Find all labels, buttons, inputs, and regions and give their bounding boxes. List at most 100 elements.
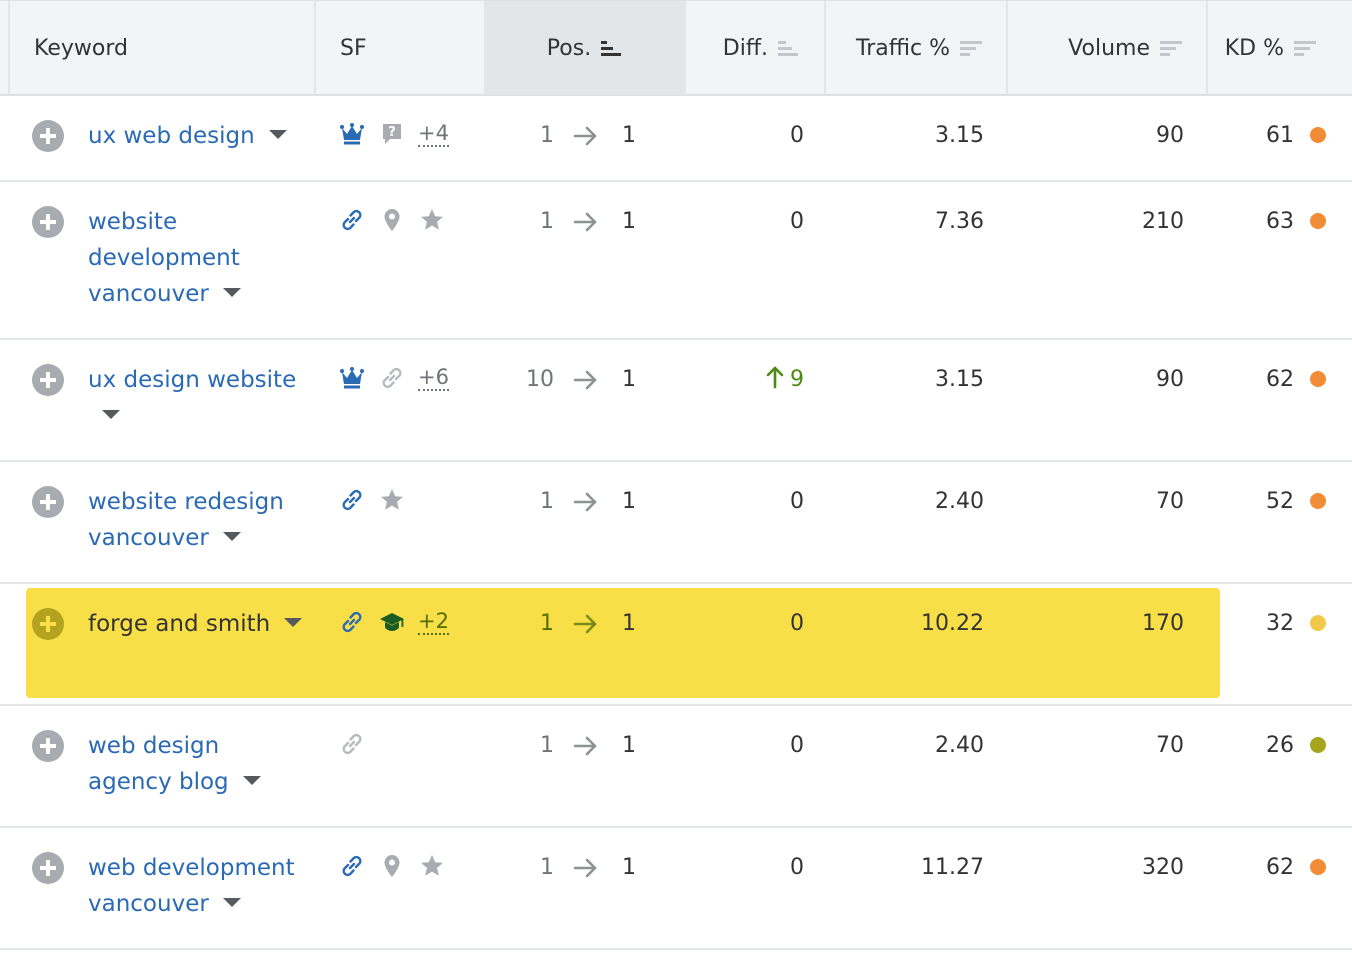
link-icon[interactable] xyxy=(338,486,366,514)
search-volume: 320 xyxy=(1142,855,1184,880)
difficulty-dot-icon xyxy=(1310,859,1326,875)
keyword-link[interactable]: website redesign vancouver xyxy=(88,484,308,556)
star-icon[interactable] xyxy=(378,486,406,514)
caret-down-icon[interactable] xyxy=(284,618,303,627)
keyword-text: website redesign vancouver xyxy=(88,489,284,551)
sort-icon[interactable] xyxy=(1294,39,1316,57)
column-header-diff[interactable]: Diff. xyxy=(686,1,826,95)
current-position: 1 xyxy=(622,855,636,880)
more-serp-features-link[interactable]: +4 xyxy=(418,121,449,147)
crown-icon[interactable] xyxy=(338,120,366,148)
position-diff: 0 xyxy=(790,209,804,234)
keyword-table: Keyword SF Pos. Diff. Traffic % Volume K… xyxy=(0,0,1352,954)
more-serp-features-link[interactable]: +6 xyxy=(418,365,449,391)
arrow-right-icon xyxy=(572,488,600,516)
location-pin-icon[interactable] xyxy=(378,206,406,234)
sort-icon[interactable] xyxy=(778,39,800,57)
search-volume: 90 xyxy=(1156,123,1184,148)
star-icon[interactable] xyxy=(418,206,446,234)
keyword-link[interactable]: web development vancouver xyxy=(88,850,308,922)
traffic-percent: 11.27 xyxy=(921,855,984,880)
previous-position: 1 xyxy=(540,855,554,880)
keyword-link[interactable]: ux web design xyxy=(88,118,308,154)
column-header-traffic[interactable]: Traffic % xyxy=(826,1,1008,95)
link-icon[interactable] xyxy=(338,730,366,758)
position-diff-value: 9 xyxy=(790,367,804,392)
column-header-volume-label: Volume xyxy=(1068,35,1150,61)
keyword-link[interactable]: web design agency blog xyxy=(88,728,308,800)
column-header-traffic-label: Traffic % xyxy=(856,35,950,61)
add-keyword-button[interactable] xyxy=(32,364,64,396)
keyword-link[interactable]: forge and smith xyxy=(88,606,308,642)
question-icon[interactable]: ? xyxy=(378,120,406,148)
search-volume: 70 xyxy=(1156,489,1184,514)
previous-position: 1 xyxy=(540,209,554,234)
serp-features: ? +4 xyxy=(338,118,449,150)
arrow-right-icon xyxy=(572,610,600,638)
keyword-difficulty: 32 xyxy=(1266,611,1294,636)
location-pin-icon[interactable] xyxy=(378,852,406,880)
current-position: 1 xyxy=(622,367,636,392)
star-icon[interactable] xyxy=(418,852,446,880)
traffic-percent: 7.36 xyxy=(935,209,984,234)
column-header-sf[interactable]: SF xyxy=(316,1,486,95)
row-highlight xyxy=(26,588,1220,698)
caret-down-icon[interactable] xyxy=(222,288,241,297)
add-keyword-button[interactable] xyxy=(32,730,64,762)
search-volume: 90 xyxy=(1156,367,1184,392)
graduation-cap-icon[interactable] xyxy=(378,608,406,636)
traffic-percent: 3.15 xyxy=(935,123,984,148)
add-keyword-button[interactable] xyxy=(32,120,64,152)
column-header-keyword-label: Keyword xyxy=(34,35,128,61)
caret-down-icon[interactable] xyxy=(102,410,120,419)
caret-down-icon[interactable] xyxy=(242,776,261,785)
sort-ascending-icon[interactable] xyxy=(601,39,623,57)
keyword-text: web development vancouver xyxy=(88,855,295,917)
table-row: web development vancouver 1 1 0 11.27 320 62 xyxy=(0,828,1352,950)
keyword-text: ux design website xyxy=(88,367,297,393)
keyword-difficulty: 61 xyxy=(1266,123,1294,148)
current-position: 1 xyxy=(622,733,636,758)
link-icon[interactable] xyxy=(338,206,366,234)
link-icon[interactable] xyxy=(338,608,366,636)
search-volume: 170 xyxy=(1142,611,1184,636)
current-position: 1 xyxy=(622,611,636,636)
difficulty-dot-icon xyxy=(1310,213,1326,229)
column-header-pos[interactable]: Pos. xyxy=(486,1,686,95)
add-keyword-button[interactable] xyxy=(32,206,64,238)
column-header-diff-label: Diff. xyxy=(722,35,768,61)
previous-position: 1 xyxy=(540,123,554,148)
previous-position: 1 xyxy=(540,611,554,636)
table-row: web design agency blog 1 1 0 2.40 70 26 xyxy=(0,706,1352,828)
arrow-right-icon xyxy=(572,208,600,236)
caret-down-icon[interactable] xyxy=(268,130,287,139)
traffic-percent: 3.15 xyxy=(935,367,984,392)
table-row: website redesign vancouver 1 1 0 2.40 70 52 xyxy=(0,462,1352,584)
column-header-kd-label: KD % xyxy=(1224,35,1284,61)
sort-icon[interactable] xyxy=(1160,39,1182,57)
keyword-link[interactable]: website development vancouver xyxy=(88,204,308,312)
crown-icon[interactable] xyxy=(338,364,366,392)
column-header-volume[interactable]: Volume xyxy=(1008,1,1208,95)
add-keyword-button[interactable] xyxy=(32,486,64,518)
traffic-percent: 2.40 xyxy=(935,733,984,758)
keyword-difficulty: 62 xyxy=(1266,855,1294,880)
column-header-keyword[interactable]: Keyword xyxy=(8,1,316,95)
add-keyword-button[interactable] xyxy=(32,852,64,884)
current-position: 1 xyxy=(622,489,636,514)
serp-features: +6 xyxy=(338,362,449,394)
caret-down-icon[interactable] xyxy=(222,898,241,907)
add-keyword-button[interactable] xyxy=(32,608,64,640)
arrow-right-icon xyxy=(572,366,600,394)
serp-features xyxy=(338,850,458,882)
keyword-link[interactable]: ux design website xyxy=(88,362,308,434)
table-row: ux design website +6 10 1 9 3.15 90 62 xyxy=(0,340,1352,462)
sort-icon[interactable] xyxy=(960,39,982,57)
difficulty-dot-icon xyxy=(1310,127,1326,143)
caret-down-icon[interactable] xyxy=(222,532,241,541)
current-position: 1 xyxy=(622,123,636,148)
link-icon[interactable] xyxy=(338,852,366,880)
column-header-kd[interactable]: KD % xyxy=(1208,1,1352,95)
more-serp-features-link[interactable]: +2 xyxy=(418,609,449,635)
link-icon[interactable] xyxy=(378,364,406,392)
